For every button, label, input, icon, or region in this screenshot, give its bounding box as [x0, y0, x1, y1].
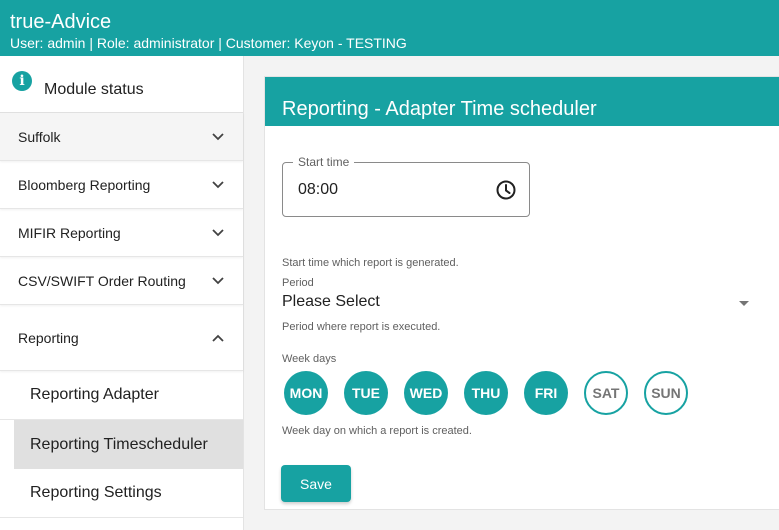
sidebar-item-reporting[interactable]: Reporting	[0, 305, 243, 371]
chevron-down-icon	[211, 226, 225, 240]
week-days-helper: Week day on which a report is created.	[282, 425, 472, 437]
user-info: User: admin | Role: administrator | Cust…	[10, 35, 407, 51]
app-title: true-Advice	[10, 11, 112, 33]
module-status[interactable]: i Module status	[0, 56, 243, 113]
sidebar: i Module status Suffolk Bloomberg Report…	[0, 56, 244, 530]
week-days-label: Week days	[282, 353, 337, 365]
sidebar-item-label: MIFIR Reporting	[18, 224, 121, 241]
chevron-down-icon	[211, 178, 225, 192]
sidebar-item-bloomberg-reporting[interactable]: Bloomberg Reporting	[0, 161, 243, 209]
clock-icon[interactable]	[495, 179, 517, 201]
chevron-up-icon	[211, 331, 225, 345]
chevron-down-icon	[211, 130, 225, 144]
week-days-group: MON TUE WED THU FRI SAT SUN	[284, 371, 688, 415]
save-button[interactable]: Save	[281, 465, 351, 502]
day-toggle-tue[interactable]: TUE	[344, 371, 388, 415]
period-label: Period	[282, 277, 314, 289]
day-toggle-thu[interactable]: THU	[464, 371, 508, 415]
chevron-down-icon	[211, 274, 225, 288]
sidebar-item-label: Bloomberg Reporting	[18, 176, 151, 193]
sidebar-item-label: Suffolk	[18, 128, 61, 145]
info-icon: i	[12, 71, 32, 91]
day-toggle-sat[interactable]: SAT	[584, 371, 628, 415]
day-toggle-wed[interactable]: WED	[404, 371, 448, 415]
start-time-helper: Start time which report is generated.	[282, 257, 459, 269]
sidebar-subitem-reporting-adapter[interactable]: Reporting Adapter	[0, 371, 243, 420]
module-status-label: Module status	[44, 81, 144, 98]
day-toggle-fri[interactable]: FRI	[524, 371, 568, 415]
start-time-field[interactable]: Start time 08:00	[282, 155, 530, 217]
sidebar-subitem-reporting-timescheduler[interactable]: Reporting Timescheduler	[14, 420, 243, 469]
dropdown-arrow-icon[interactable]	[739, 301, 749, 306]
scheduler-card: Reporting - Adapter Time scheduler Start…	[264, 76, 779, 510]
sidebar-item-label: CSV/SWIFT Order Routing	[18, 272, 186, 289]
sidebar-item-csv-swift-order-routing[interactable]: CSV/SWIFT Order Routing	[0, 257, 243, 305]
start-time-label: Start time	[293, 155, 355, 169]
period-helper: Period where report is executed.	[282, 321, 441, 333]
sidebar-item-label: Reporting	[18, 329, 79, 346]
app-header: true-Advice User: admin | Role: administ…	[0, 0, 779, 56]
sidebar-subitem-reporting-settings[interactable]: Reporting Settings	[0, 469, 243, 518]
day-toggle-sun[interactable]: SUN	[644, 371, 688, 415]
sidebar-item-mifir-reporting[interactable]: MIFIR Reporting	[0, 209, 243, 257]
day-toggle-mon[interactable]: MON	[284, 371, 328, 415]
start-time-value: 08:00	[298, 181, 339, 198]
period-select[interactable]: Please Select	[282, 293, 380, 311]
card-title: Reporting - Adapter Time scheduler	[265, 77, 779, 126]
sidebar-item-suffolk[interactable]: Suffolk	[0, 113, 243, 161]
